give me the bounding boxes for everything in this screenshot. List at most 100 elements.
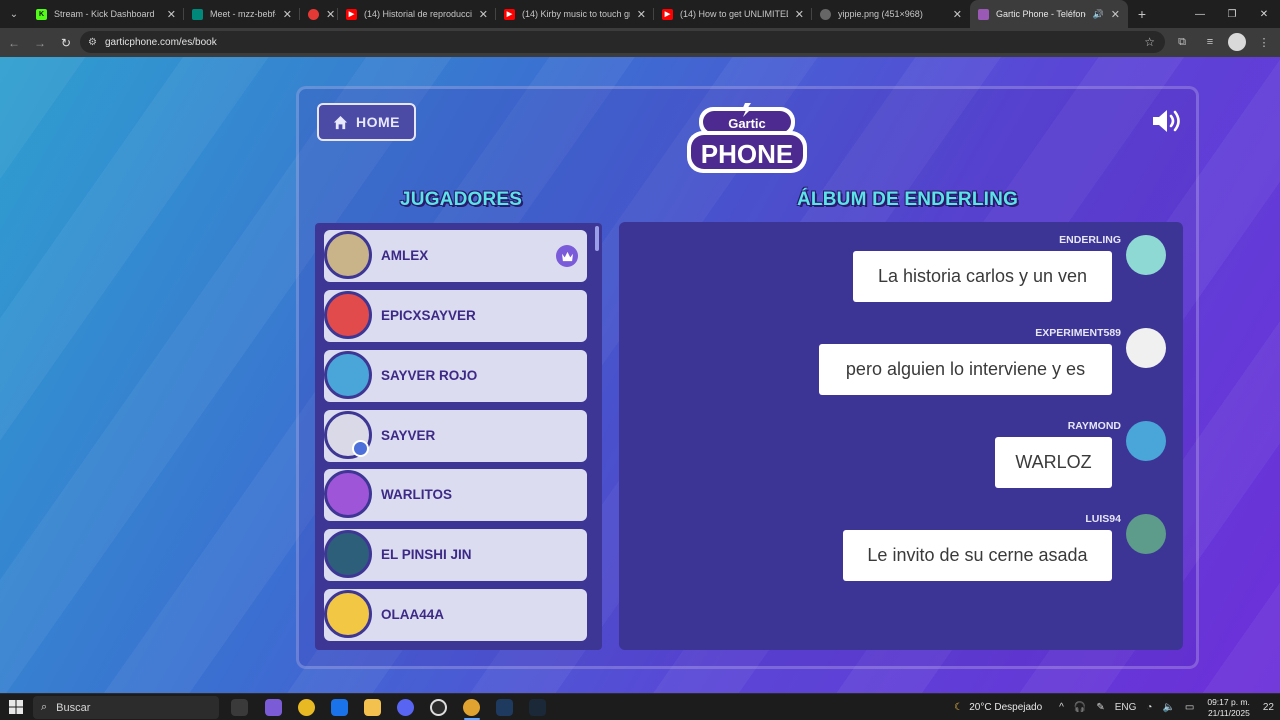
- close-tab-icon[interactable]: ✕: [283, 8, 292, 21]
- site-info-icon[interactable]: ⚙: [88, 37, 97, 48]
- player-card[interactable]: EL PINSHI JIN: [324, 529, 587, 581]
- clock[interactable]: 09:17 p. m. 21/11/2025: [1207, 697, 1250, 719]
- browser-tab[interactable]: ▶ (14) Kirby music to touch grass ✕: [496, 0, 654, 28]
- player-card[interactable]: SAYVER ROJO: [324, 350, 587, 402]
- message-author: EXPERIMENT589: [1035, 327, 1121, 339]
- tab-search-icon[interactable]: ⌄: [0, 0, 28, 28]
- notification-badge[interactable]: 22: [1263, 702, 1274, 713]
- logo-bottom-text: PHONE: [701, 139, 793, 169]
- new-tab-icon[interactable]: +: [1128, 6, 1156, 22]
- player-card[interactable]: SAYVER: [324, 410, 587, 462]
- player-name: OLAA44A: [381, 607, 445, 622]
- chevron-up-icon[interactable]: ^: [1059, 702, 1064, 713]
- meet-icon: [192, 8, 203, 20]
- outlook-icon[interactable]: [331, 699, 348, 716]
- url-field[interactable]: ⚙ garticphone.com/es/book ☆: [80, 31, 1165, 53]
- player-card[interactable]: AMLEX: [324, 230, 587, 282]
- wifi-icon[interactable]: ◔: [1146, 702, 1152, 713]
- address-bar: ← → ↻ ⚙ garticphone.com/es/book ☆ ⧉ ≡ ⋮: [0, 28, 1280, 57]
- windows-start-icon[interactable]: [9, 700, 23, 714]
- forward-icon[interactable]: →: [28, 31, 52, 55]
- album-title: ÁLBUM DE ENDERLING: [797, 189, 1019, 210]
- close-tab-icon[interactable]: ✕: [953, 8, 962, 21]
- crown-icon: [556, 245, 578, 267]
- copilot-icon[interactable]: [265, 699, 282, 716]
- restore-icon[interactable]: ❐: [1216, 0, 1248, 28]
- avatar: [324, 291, 372, 339]
- discord-icon[interactable]: [397, 699, 414, 716]
- tab-title: (14) Kirby music to touch grass: [522, 9, 630, 19]
- taskbar-search[interactable]: ⌕ Buscar: [33, 696, 219, 719]
- logo-top-text: Gartic: [728, 116, 766, 131]
- players-scrollbar[interactable]: [595, 226, 599, 251]
- message-author: LUIS94: [1085, 513, 1121, 525]
- message-bubble: La historia carlos y un ven: [853, 251, 1112, 302]
- close-tab-icon[interactable]: ✕: [637, 8, 646, 21]
- players-title: JUGADORES: [400, 189, 523, 210]
- message-bubble: WARLOZ: [995, 437, 1112, 488]
- volume-icon[interactable]: 🔈: [1162, 702, 1174, 713]
- steam-icon[interactable]: [529, 699, 546, 716]
- language-indicator[interactable]: ENG: [1115, 702, 1137, 713]
- youtube-icon: ▶: [504, 8, 515, 20]
- media-control-icon[interactable]: ≡: [1200, 32, 1220, 52]
- home-icon: [333, 115, 348, 129]
- menu-icon[interactable]: ⋮: [1254, 32, 1274, 52]
- weather-text: 20°C Despejado: [969, 702, 1043, 713]
- tab-title: Gartic Phone - Teléfono De: [996, 9, 1086, 19]
- player-name: WARLITOS: [381, 487, 453, 502]
- headset-icon[interactable]: 🎧: [1074, 702, 1086, 713]
- profile-avatar[interactable]: [1228, 33, 1246, 51]
- browser-tab[interactable]: ✕: [300, 0, 338, 28]
- message-bubble: Le invito de su cerne asada: [843, 530, 1112, 581]
- close-window-icon[interactable]: ✕: [1248, 0, 1280, 28]
- battery-icon[interactable]: ▭: [1185, 702, 1194, 713]
- browser-tab[interactable]: Meet - mzz-bebf-adw ✕: [184, 0, 300, 28]
- weather-widget[interactable]: ☾ 20°C Despejado: [954, 702, 1042, 713]
- task-view-icon[interactable]: [231, 699, 248, 716]
- browser-tab[interactable]: ▶ (14) Historial de reproduccione ✕: [338, 0, 496, 28]
- tab-audio-icon[interactable]: 🔊: [1093, 9, 1104, 20]
- reload-icon[interactable]: ↻: [54, 31, 78, 55]
- close-tab-icon[interactable]: ✕: [1111, 8, 1120, 21]
- home-button[interactable]: HOME: [317, 103, 416, 141]
- url-text: garticphone.com/es/book: [104, 36, 217, 48]
- sound-toggle-icon[interactable]: [1150, 107, 1186, 135]
- time: 09:17 p. m.: [1207, 696, 1250, 707]
- player-card[interactable]: EPICXSAYVER: [324, 290, 587, 342]
- close-tab-icon[interactable]: ✕: [167, 8, 176, 21]
- player-card[interactable]: WARLITOS: [324, 469, 587, 521]
- close-tab-icon[interactable]: ✕: [326, 8, 335, 21]
- pen-icon[interactable]: ✎: [1096, 702, 1104, 713]
- avatar: [324, 470, 372, 518]
- avatar: [324, 590, 372, 638]
- globe-icon: [820, 8, 831, 20]
- vscode-icon[interactable]: [496, 699, 513, 716]
- window-controls: — ❐ ✕: [1184, 0, 1280, 28]
- close-tab-icon[interactable]: ✕: [795, 8, 804, 21]
- tab-title: yippie.png (451×968): [838, 9, 923, 19]
- chrome-active-icon[interactable]: [463, 699, 480, 716]
- bookmark-star-icon[interactable]: ☆: [1144, 35, 1155, 49]
- kick-icon: K: [36, 8, 47, 20]
- system-tray: ☾ 20°C Despejado ^ 🎧 ✎ ENG ◔ 🔈 ▭ 09:17 p…: [954, 694, 1280, 720]
- browser-tab[interactable]: ▶ (14) How to get UNLIMITED pla ✕: [654, 0, 812, 28]
- file-explorer-icon[interactable]: [364, 699, 381, 716]
- youtube-icon: ▶: [346, 8, 357, 20]
- browser-tab[interactable]: K Stream - Kick Dashboard ✕: [28, 0, 184, 28]
- avatar: [1126, 514, 1166, 554]
- back-icon[interactable]: ←: [2, 31, 26, 55]
- minimize-icon[interactable]: —: [1184, 0, 1216, 28]
- extensions-icon[interactable]: ⧉: [1172, 32, 1192, 52]
- close-tab-icon[interactable]: ✕: [479, 8, 488, 21]
- obs-icon[interactable]: [430, 699, 447, 716]
- browser-tab[interactable]: yippie.png (451×968) ✕: [812, 0, 970, 28]
- player-card[interactable]: OLAA44A: [324, 589, 587, 641]
- tab-title: (14) Historial de reproduccione: [364, 9, 472, 19]
- browser-tab-active[interactable]: Gartic Phone - Teléfono De 🔊 ✕: [970, 0, 1128, 28]
- chrome-icon[interactable]: [298, 699, 315, 716]
- avatar: [1126, 235, 1166, 275]
- tab-title: (14) How to get UNLIMITED pla: [680, 9, 788, 19]
- tab-title: Stream - Kick Dashboard: [54, 9, 155, 19]
- tab-title: Meet - mzz-bebf-adw: [210, 9, 276, 19]
